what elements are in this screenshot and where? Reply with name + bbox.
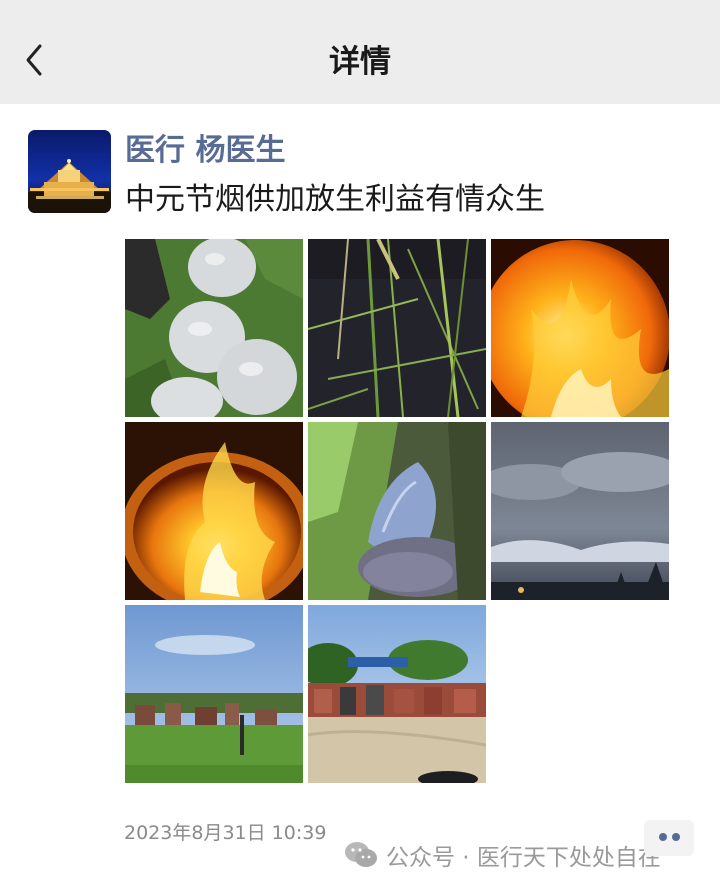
photo-4[interactable] (125, 422, 303, 600)
more-button[interactable] (644, 820, 694, 856)
photo-7[interactable] (125, 605, 303, 783)
page-title: 详情 (329, 44, 391, 80)
wechat-icon (345, 842, 377, 867)
navigation-bar: 详情 (0, 0, 720, 104)
post-text: 中元节烟供加放生利益有情众生 (125, 182, 545, 217)
photo-8[interactable] (308, 605, 486, 783)
photo-6[interactable] (491, 422, 669, 600)
author-name[interactable]: 医行 杨医生 (125, 132, 285, 170)
post-timestamp: 2023年8月31日 10:39 (124, 822, 327, 844)
photo-2[interactable] (308, 239, 486, 417)
photo-1[interactable] (125, 239, 303, 417)
photo-5[interactable] (308, 422, 486, 600)
photo-3[interactable] (491, 239, 669, 417)
watermark: 公众号 · 医行天下处处自在 (344, 835, 661, 875)
more-dots-icon (659, 833, 667, 841)
avatar[interactable] (28, 130, 111, 213)
watermark-text: 公众号 · 医行天下处处自在 (386, 845, 661, 871)
